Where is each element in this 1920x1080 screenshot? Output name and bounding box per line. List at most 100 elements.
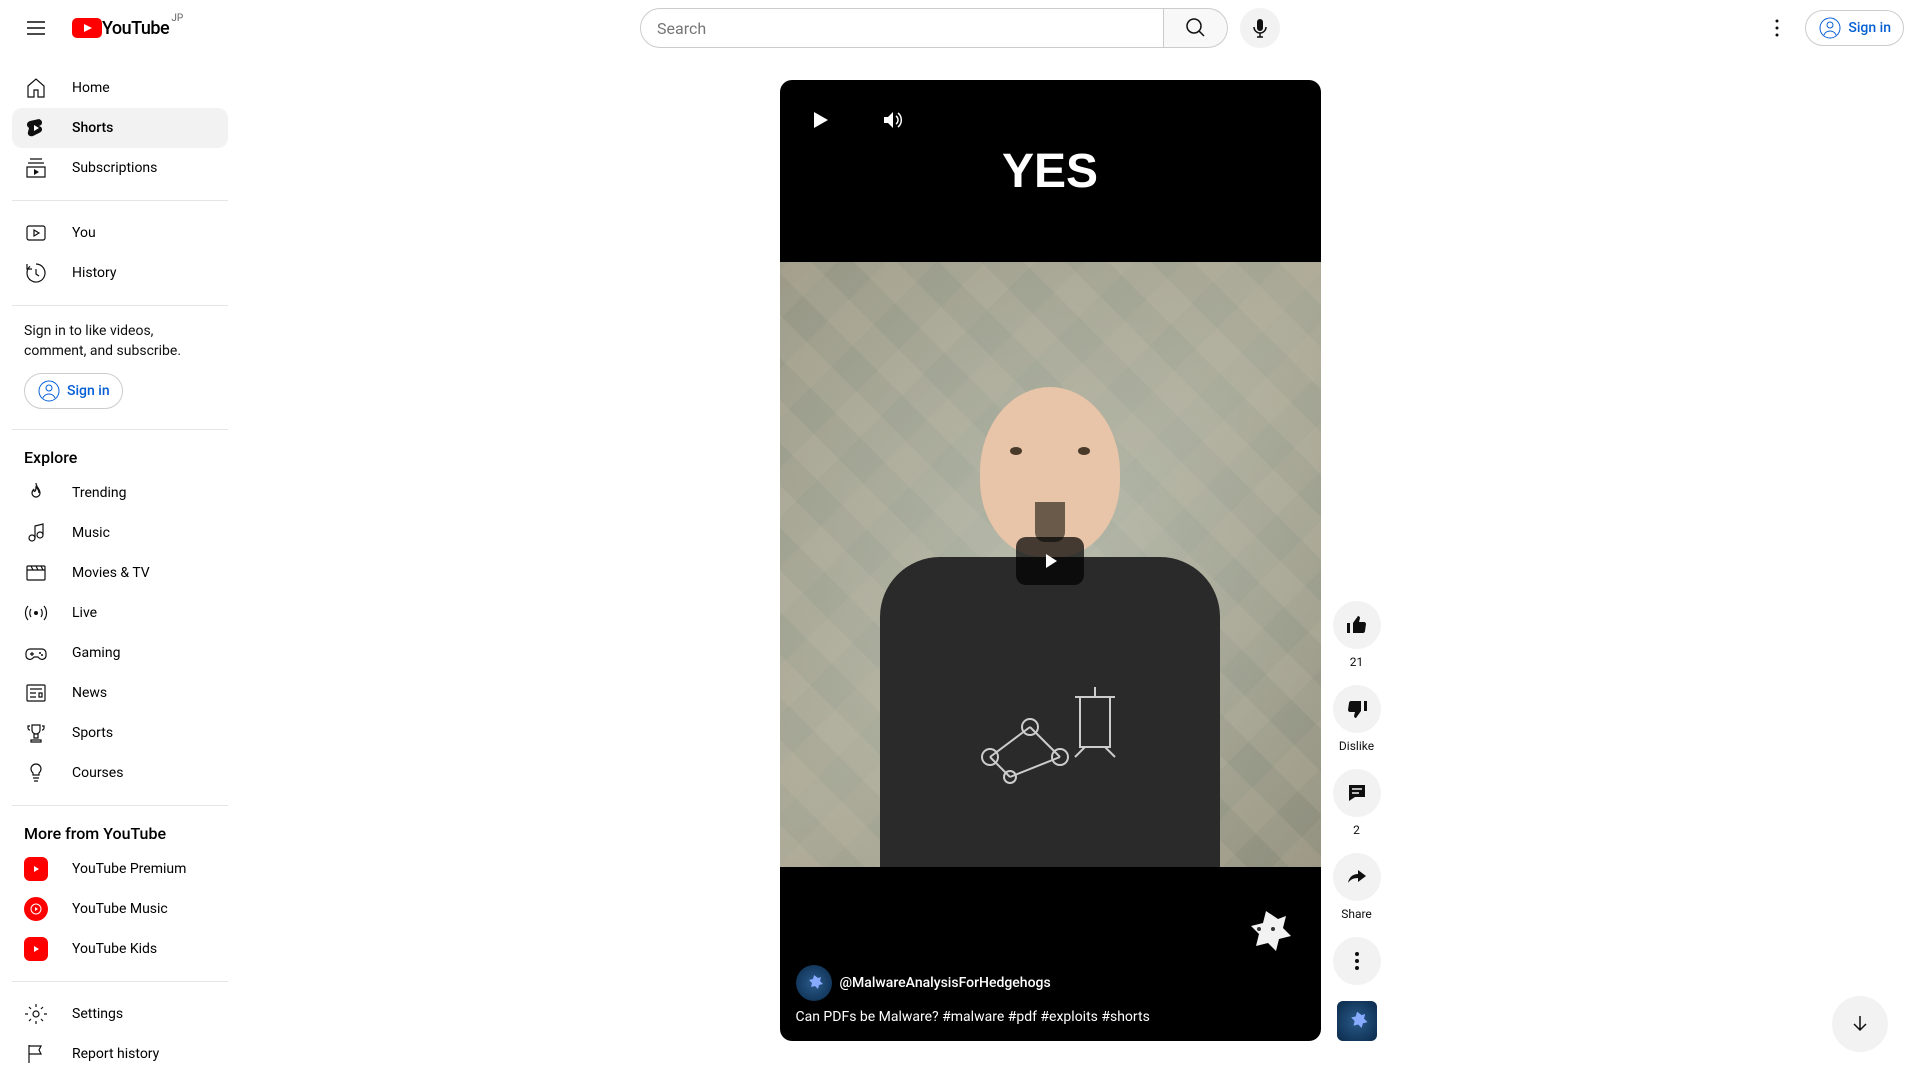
sidebar-item-label: Trending	[72, 485, 127, 501]
center-play-button[interactable]	[1016, 537, 1084, 585]
hamburger-icon	[24, 16, 48, 40]
settings-icon	[24, 1002, 48, 1026]
header-signin-button[interactable]: Sign in	[1805, 10, 1904, 46]
play-icon	[808, 108, 832, 132]
sidebar-item-news[interactable]: News	[12, 673, 228, 713]
dislike-button[interactable]	[1333, 685, 1381, 733]
logo-text: YouTube	[102, 18, 169, 39]
share-label: Share	[1341, 907, 1372, 921]
sidebar-item-label: Music	[72, 525, 110, 541]
shorts-icon	[24, 116, 48, 140]
yt-music-icon	[24, 897, 48, 921]
sidebar-item-trending[interactable]: Trending	[12, 473, 228, 513]
avatar-icon	[1343, 1007, 1371, 1035]
sidebar-item-sports[interactable]: Sports	[12, 713, 228, 753]
search-input[interactable]	[640, 8, 1164, 48]
sports-icon	[24, 721, 48, 745]
music-icon	[24, 521, 48, 545]
person-icon	[37, 379, 61, 403]
sidebar-item-label: Sports	[72, 725, 113, 741]
video-hashtags[interactable]: #malware #pdf #exploits #shorts	[942, 1009, 1150, 1025]
tshirt-graphic	[950, 677, 1150, 797]
channel-avatar[interactable]	[796, 965, 832, 1001]
sidebar-item-home[interactable]: Home	[12, 68, 228, 108]
comments-button[interactable]	[1333, 769, 1381, 817]
courses-icon	[24, 761, 48, 785]
comment-count: 2	[1353, 823, 1360, 837]
sidebar-item-label: YouTube Premium	[72, 861, 186, 877]
avatar-icon	[802, 971, 826, 995]
sidebar-item-label: Live	[72, 605, 97, 621]
more-actions-button[interactable]	[1333, 937, 1381, 985]
dislike-label: Dislike	[1339, 739, 1374, 753]
share-icon	[1345, 865, 1369, 889]
sidebar: Home Shorts Subscriptions You History Si…	[0, 56, 240, 1080]
sidebar-item-gaming[interactable]: Gaming	[12, 633, 228, 673]
thumbs-up-icon	[1345, 613, 1369, 637]
sidebar-item-music[interactable]: Music	[12, 513, 228, 553]
sidebar-item-label: Movies & TV	[72, 565, 150, 581]
sidebar-item-yt-kids[interactable]: YouTube Kids	[12, 929, 228, 969]
movies-icon	[24, 561, 48, 585]
play-icon	[1038, 549, 1062, 573]
signin-prompt: Sign in to like videos, comment, and sub…	[12, 318, 228, 373]
history-icon	[24, 261, 48, 285]
more-section-title: More from YouTube	[12, 818, 228, 849]
trending-icon	[24, 481, 48, 505]
sidebar-signin-button[interactable]: Sign in	[24, 373, 123, 409]
thumbs-down-icon	[1345, 697, 1369, 721]
volume-button[interactable]	[868, 96, 916, 144]
yt-kids-icon	[24, 937, 48, 961]
sidebar-item-yt-music[interactable]: YouTube Music	[12, 889, 228, 929]
comment-icon	[1345, 781, 1369, 805]
sidebar-item-label: You	[72, 225, 96, 241]
more-vertical-icon	[1345, 949, 1369, 973]
like-button[interactable]	[1333, 601, 1381, 649]
search-button[interactable]	[1164, 8, 1228, 48]
video-title: Can PDFs be Malware? #malware #pdf #expl…	[796, 1009, 1305, 1025]
search-icon	[1184, 16, 1208, 40]
sidebar-item-label: Home	[72, 80, 110, 96]
sidebar-item-settings[interactable]: Settings	[12, 994, 228, 1034]
sidebar-item-label: Report history	[72, 1046, 159, 1062]
home-icon	[24, 76, 48, 100]
sidebar-item-label: Subscriptions	[72, 160, 157, 176]
channel-avatar-square[interactable]	[1337, 1001, 1377, 1041]
live-icon	[24, 601, 48, 625]
play-button[interactable]	[796, 96, 844, 144]
sidebar-item-courses[interactable]: Courses	[12, 753, 228, 793]
signin-label: Sign in	[67, 383, 110, 399]
channel-name[interactable]: @MalwareAnalysisForHedgehogs	[840, 975, 1051, 991]
sidebar-item-label: Shorts	[72, 120, 113, 136]
sidebar-item-report[interactable]: Report history	[12, 1034, 228, 1074]
youtube-icon	[72, 18, 102, 38]
voice-search-button[interactable]	[1240, 8, 1280, 48]
channel-watermark	[1231, 901, 1301, 961]
country-code: JP	[171, 13, 183, 24]
youtube-logo[interactable]: YouTube JP	[72, 18, 169, 39]
sidebar-item-movies[interactable]: Movies & TV	[12, 553, 228, 593]
settings-menu-button[interactable]	[1757, 8, 1797, 48]
sidebar-item-subscriptions[interactable]: Subscriptions	[12, 148, 228, 188]
sidebar-item-label: YouTube Kids	[72, 941, 157, 957]
sidebar-item-label: Settings	[72, 1006, 123, 1022]
sidebar-item-label: Gaming	[72, 645, 120, 661]
sidebar-item-label: YouTube Music	[72, 901, 168, 917]
share-button[interactable]	[1333, 853, 1381, 901]
like-count: 21	[1350, 655, 1364, 669]
sidebar-item-live[interactable]: Live	[12, 593, 228, 633]
menu-button[interactable]	[16, 8, 56, 48]
you-icon	[24, 221, 48, 245]
sidebar-item-history[interactable]: History	[12, 253, 228, 293]
volume-icon	[880, 108, 904, 132]
next-video-button[interactable]	[1832, 996, 1888, 1052]
sidebar-item-yt-premium[interactable]: YouTube Premium	[12, 849, 228, 889]
more-vertical-icon	[1765, 16, 1789, 40]
explore-section-title: Explore	[12, 442, 228, 473]
yt-premium-icon	[24, 857, 48, 881]
sidebar-item-you[interactable]: You	[12, 213, 228, 253]
sidebar-item-shorts[interactable]: Shorts	[12, 108, 228, 148]
video-caption: YES	[780, 144, 1321, 199]
sidebar-item-label: History	[72, 265, 117, 281]
shorts-player[interactable]: YES	[780, 80, 1321, 1041]
